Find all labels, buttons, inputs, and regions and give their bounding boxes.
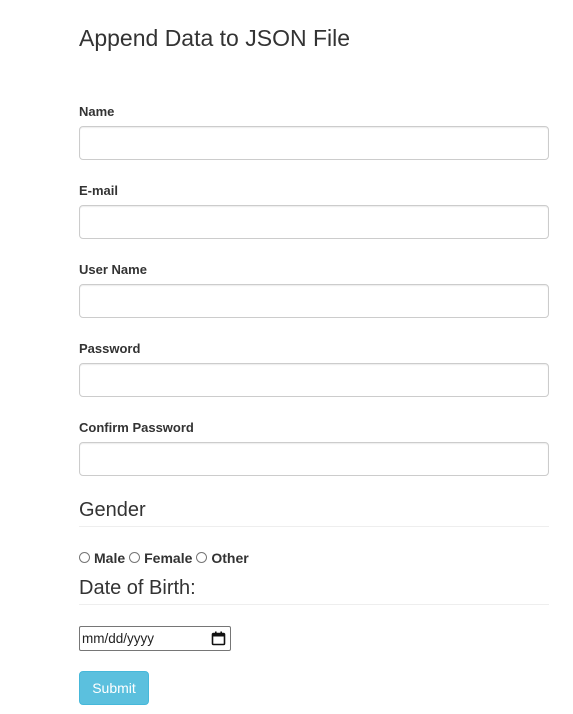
male-radio-label: Male	[94, 550, 126, 566]
other-radio-label: Other	[211, 550, 249, 566]
dob-heading: Date of Birth:	[79, 577, 549, 605]
password-label: Password	[79, 341, 141, 356]
username-input[interactable]	[79, 284, 549, 318]
username-label: User Name	[79, 262, 147, 277]
male-radio[interactable]	[79, 551, 90, 563]
gender-option-other[interactable]: Other	[196, 550, 249, 566]
gender-radio-group: Male Female Other	[79, 549, 253, 567]
email-label: E-mail	[79, 183, 119, 198]
gender-option-female[interactable]: Female	[129, 550, 192, 566]
dob-placeholder: mm/dd/yyyy	[82, 631, 155, 646]
female-radio-label: Female	[144, 550, 193, 566]
other-radio[interactable]	[196, 551, 208, 563]
name-label: Name	[79, 104, 115, 119]
submit-button[interactable]: Submit	[79, 671, 149, 705]
dob-date-input[interactable]: mm/dd/yyyy	[79, 626, 231, 651]
confirm-password-input[interactable]	[79, 442, 549, 476]
email-input[interactable]	[79, 205, 549, 239]
calendar-icon[interactable]	[211, 631, 226, 646]
name-input[interactable]	[79, 126, 549, 160]
confirm-password-label: Confirm Password	[79, 420, 194, 435]
gender-option-male[interactable]: Male	[79, 550, 125, 566]
female-radio[interactable]	[129, 551, 141, 563]
password-input[interactable]	[79, 363, 549, 397]
page-title: Append Data to JSON File	[79, 25, 351, 51]
gender-heading: Gender	[79, 499, 549, 527]
